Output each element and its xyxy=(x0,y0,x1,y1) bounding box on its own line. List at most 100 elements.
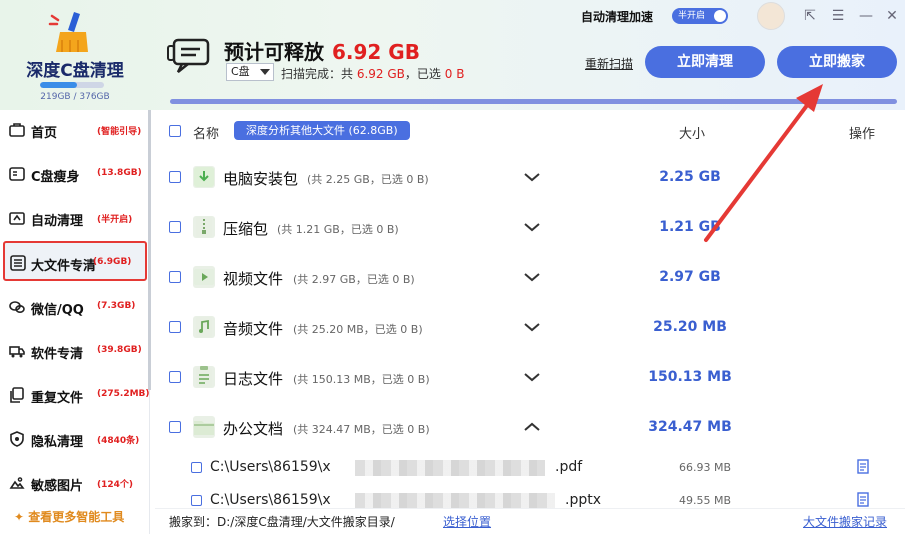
file-row[interactable]: C:\Users\86159\x .pdf 66.93 MB xyxy=(155,453,905,483)
more-tools-link[interactable]: ✦ 查看更多智能工具 xyxy=(14,508,124,525)
disk-select[interactable]: C盘 xyxy=(226,63,274,81)
close-icon[interactable]: ✕ xyxy=(884,8,900,24)
move-now-button[interactable]: 立即搬家 xyxy=(777,46,897,78)
chevron-down-icon[interactable] xyxy=(523,168,541,186)
category-detail: (共 150.13 MB，已选 0 B) xyxy=(293,373,430,386)
category-name: 日志文件 xyxy=(223,370,284,388)
column-name: 名称 xyxy=(193,127,220,142)
chevron-down-icon[interactable] xyxy=(523,218,541,236)
brand: 深度C盘清理 219GB / 376GB xyxy=(0,0,150,110)
scan-prefix: 扫描完成：共 xyxy=(281,67,354,81)
broom-logo-icon xyxy=(48,12,88,52)
category-size: 2.97 GB xyxy=(659,269,721,285)
category-checkbox[interactable] xyxy=(169,321,181,333)
minimize-icon[interactable]: — xyxy=(858,8,874,24)
category-name: 电脑安装包 xyxy=(223,170,299,188)
rescan-link[interactable]: 重新扫描 xyxy=(585,55,633,72)
sidebar-item-auto-clean[interactable]: 自动清理 (半开启) xyxy=(0,198,150,238)
category-name: 办公文档 xyxy=(223,420,284,438)
category-row[interactable]: 电脑安装包 (共 2.25 GB，已选 0 B) 2.25 GB xyxy=(155,152,905,202)
category-detail: (共 324.47 MB，已选 0 B) xyxy=(293,423,430,436)
document-icon[interactable] xyxy=(857,459,871,475)
column-action: 操作 xyxy=(849,127,876,142)
copy-icon xyxy=(10,387,24,403)
document-icon[interactable] xyxy=(857,492,871,508)
scan-selected: 0 B xyxy=(444,67,465,81)
image-icon xyxy=(9,477,25,489)
category-detail: (共 1.21 GB，已选 0 B) xyxy=(277,223,399,236)
broom-icon xyxy=(9,212,25,225)
category-size: 150.13 MB xyxy=(648,369,732,385)
category-checkbox[interactable] xyxy=(169,271,181,283)
sidebar-item-c-slim[interactable]: C盘瘦身 (13.8GB) xyxy=(0,154,150,194)
menu-icon[interactable]: ☰ xyxy=(830,8,846,24)
column-size: 大小 xyxy=(679,127,706,142)
more-tools-label: 查看更多智能工具 xyxy=(28,510,125,524)
sidebar-item-duplicates[interactable]: 重复文件 (275.2MB) xyxy=(0,375,150,415)
sidebar-scrollbar[interactable] xyxy=(148,110,151,390)
sidebar-item-large-files[interactable]: 大文件专清 (6.9GB) xyxy=(3,241,147,281)
disk-select-value: C盘 xyxy=(231,65,250,78)
sidebar-item-sensitive-images[interactable]: 敏感图片 (124个) xyxy=(0,463,150,503)
chevron-up-icon[interactable] xyxy=(523,418,541,436)
disk-usage-fill xyxy=(40,82,78,88)
video-icon xyxy=(193,266,215,288)
category-checkbox[interactable] xyxy=(169,421,181,433)
category-detail: (共 2.25 GB，已选 0 B) xyxy=(307,173,429,186)
scan-progress-bar xyxy=(170,99,897,104)
chevron-down-icon[interactable] xyxy=(523,268,541,286)
category-row[interactable]: 日志文件 (共 150.13 MB，已选 0 B) 150.13 MB xyxy=(155,352,905,402)
sidebar: 首页 (智能引导) C盘瘦身 (13.8GB) 自动清理 (半开启) 大文件专清… xyxy=(0,110,151,534)
release-size: 6.92 GB xyxy=(332,40,420,64)
chat-icon xyxy=(9,301,25,314)
briefcase-icon xyxy=(9,123,25,137)
list-icon xyxy=(10,255,26,271)
category-row[interactable]: 压缩包 (共 1.21 GB，已选 0 B) 1.21 GB xyxy=(155,202,905,252)
category-checkbox[interactable] xyxy=(169,221,181,233)
log-icon xyxy=(193,366,215,388)
category-checkbox[interactable] xyxy=(169,171,181,183)
redacted-filename xyxy=(355,493,555,509)
choose-location-link[interactable]: 选择位置 xyxy=(443,513,491,530)
disk-usage-bar xyxy=(40,82,104,88)
chevron-down-icon[interactable] xyxy=(523,368,541,386)
sidebar-item-home[interactable]: 首页 (智能引导) xyxy=(0,110,150,150)
disk-usage-text: 219GB / 376GB xyxy=(40,92,110,102)
file-path: C:\Users\86159\x xyxy=(210,459,331,475)
share-icon[interactable]: ⇱ xyxy=(802,8,818,24)
category-row[interactable]: 音频文件 (共 25.20 MB，已选 0 B) 25.20 MB xyxy=(155,302,905,352)
list-header: 名称 深度分析其他大文件 (62.8GB) 大小 操作 xyxy=(155,120,905,144)
sidebar-item-privacy[interactable]: 隐私清理 (4840条) xyxy=(0,419,150,459)
file-extension: .pdf xyxy=(555,459,583,475)
category-size: 25.20 MB xyxy=(653,319,727,335)
sidebar-item-wechat-qq[interactable]: 微信/QQ (7.3GB) xyxy=(0,287,150,327)
installer-icon xyxy=(193,166,215,188)
audio-icon xyxy=(193,316,215,338)
sidebar-item-software[interactable]: 软件专清 (39.8GB) xyxy=(0,331,150,371)
category-name: 压缩包 xyxy=(223,220,269,238)
move-to-path: D:/深度C盘清理/大文件搬家目录/ xyxy=(217,515,395,529)
chevron-down-icon[interactable] xyxy=(523,318,541,336)
wand-icon: ✦ xyxy=(14,510,29,524)
category-name: 视频文件 xyxy=(223,270,284,288)
category-row[interactable]: 办公文档 (共 324.47 MB，已选 0 B) 324.47 MB xyxy=(155,402,905,452)
drive-icon xyxy=(9,167,25,181)
avatar[interactable] xyxy=(757,2,785,30)
move-history-link[interactable]: 大文件搬家记录 xyxy=(803,513,887,530)
category-checkbox[interactable] xyxy=(169,371,181,383)
toggle-label: 半开启 xyxy=(678,11,706,21)
category-row[interactable]: 视频文件 (共 2.97 GB，已选 0 B) 2.97 GB xyxy=(155,252,905,302)
auto-clean-toggle[interactable]: 半开启 xyxy=(672,8,728,24)
file-checkbox[interactable] xyxy=(191,462,202,473)
clean-now-button[interactable]: 立即清理 xyxy=(645,46,765,78)
redacted-filename xyxy=(355,460,545,476)
scan-total: 6.92 GB xyxy=(356,67,405,81)
deep-analyze-button[interactable]: 深度分析其他大文件 (62.8GB) xyxy=(234,121,410,140)
folder-icon xyxy=(193,416,215,438)
truck-icon xyxy=(9,346,25,358)
caret-down-icon xyxy=(260,69,270,75)
category-detail: (共 2.97 GB，已选 0 B) xyxy=(293,273,415,286)
select-all-checkbox[interactable] xyxy=(169,125,181,137)
scan-selected-prefix: ，已选 xyxy=(404,67,441,81)
file-checkbox[interactable] xyxy=(191,495,202,506)
